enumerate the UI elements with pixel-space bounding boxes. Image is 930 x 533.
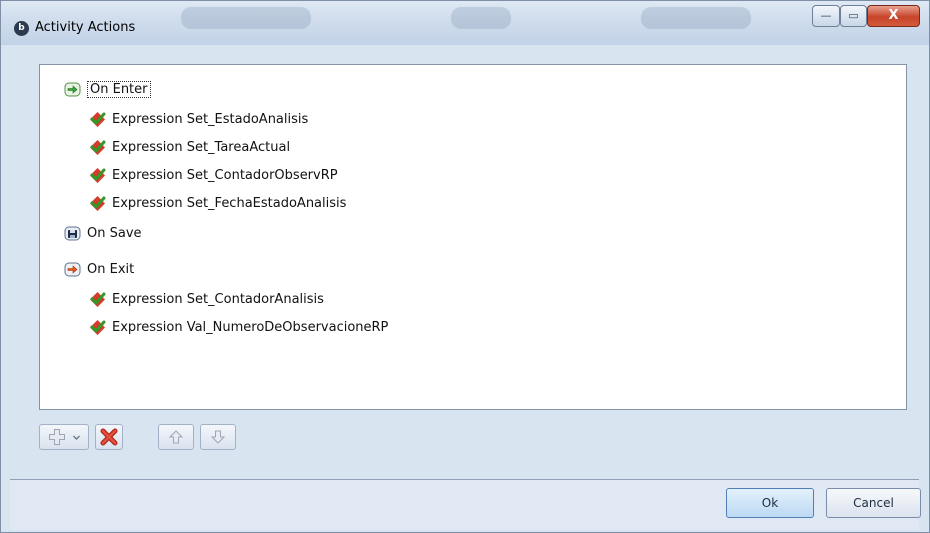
tree-item-label: Expression Set_ContadorAnalisis bbox=[112, 291, 324, 307]
tree-item-expression[interactable]: Expression Set_ContadorAnalisis bbox=[89, 288, 324, 310]
checkmark-diamond-icon bbox=[90, 167, 106, 183]
background-blur bbox=[451, 7, 511, 29]
background-blur bbox=[641, 7, 751, 29]
tree-node-on-exit[interactable]: On Exit bbox=[64, 258, 134, 280]
tree-item-expression[interactable]: Expression Set_EstadoAnalisis bbox=[89, 108, 308, 130]
tree-node-on-enter[interactable]: On Enter bbox=[64, 78, 151, 100]
tree-item-label: Expression Set_ContadorObservRP bbox=[112, 167, 338, 183]
tree-item-expression[interactable]: Expression Set_FechaEstadoAnalisis bbox=[89, 192, 346, 214]
move-up-button[interactable] bbox=[158, 424, 194, 450]
actions-tree[interactable]: On Enter Expression Set_EstadoAnalisis E… bbox=[39, 64, 907, 410]
red-x-icon bbox=[100, 428, 118, 446]
tree-item-expression[interactable]: Expression Set_ContadorObservRP bbox=[89, 164, 338, 186]
tree-item-expression[interactable]: Expression Val_NumeroDeObservacioneRP bbox=[89, 316, 388, 338]
tree-item-label: Expression Val_NumeroDeObservacioneRP bbox=[112, 319, 389, 335]
checkmark-diamond-icon bbox=[90, 319, 106, 335]
title-bar[interactable]: b Activity Actions — ▭ X bbox=[1, 1, 929, 45]
tree-node-label: On Exit bbox=[87, 261, 135, 277]
cancel-button[interactable]: Cancel bbox=[826, 488, 921, 518]
tree-node-on-save[interactable]: On Save bbox=[64, 222, 142, 244]
close-button[interactable]: X bbox=[867, 5, 920, 27]
save-disk-icon bbox=[64, 226, 81, 240]
add-button[interactable] bbox=[39, 424, 89, 450]
enter-arrow-icon bbox=[64, 82, 81, 96]
maximize-button[interactable]: ▭ bbox=[840, 5, 867, 27]
window-title: Activity Actions bbox=[35, 20, 136, 35]
arrow-up-icon bbox=[168, 430, 184, 444]
ok-button[interactable]: Ok bbox=[726, 488, 814, 518]
chevron-down-icon bbox=[72, 435, 80, 440]
checkmark-diamond-icon bbox=[90, 111, 106, 127]
tree-node-label: On Save bbox=[87, 225, 142, 241]
tree-item-label: Expression Set_TareaActual bbox=[112, 139, 291, 155]
app-icon: b bbox=[14, 21, 29, 36]
tree-item-expression[interactable]: Expression Set_TareaActual bbox=[89, 136, 290, 158]
checkmark-diamond-icon bbox=[90, 291, 106, 307]
arrow-down-icon bbox=[210, 430, 226, 444]
move-down-button[interactable] bbox=[200, 424, 236, 450]
checkmark-diamond-icon bbox=[90, 195, 106, 211]
activity-actions-dialog: b Activity Actions — ▭ X On Enter Expres… bbox=[0, 0, 930, 533]
exit-arrow-icon bbox=[64, 262, 81, 276]
tree-item-label: Expression Set_FechaEstadoAnalisis bbox=[112, 195, 347, 211]
tree-item-label: Expression Set_EstadoAnalisis bbox=[112, 111, 309, 127]
delete-button[interactable] bbox=[95, 424, 123, 450]
background-blur bbox=[181, 7, 311, 29]
tree-node-label: On Enter bbox=[87, 80, 151, 98]
checkmark-diamond-icon bbox=[90, 139, 106, 155]
minimize-button[interactable]: — bbox=[812, 5, 840, 27]
plus-icon bbox=[48, 429, 65, 445]
